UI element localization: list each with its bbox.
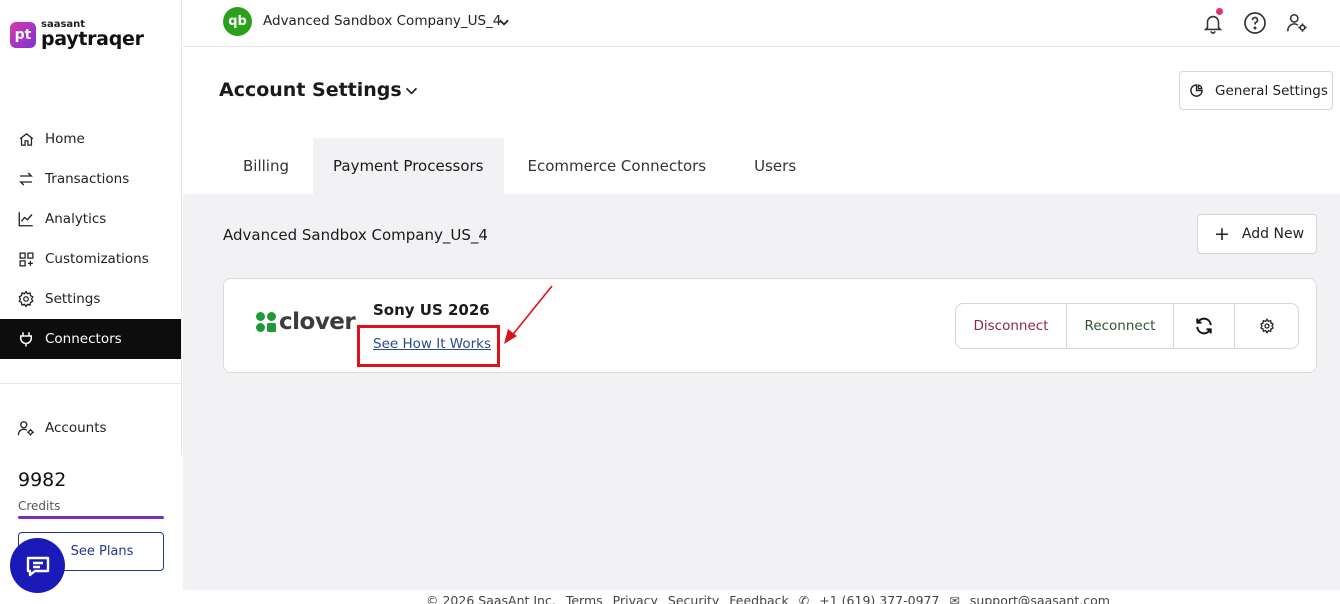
chart-icon [17,210,35,228]
phone-icon: ✆ [798,593,810,604]
footer-copyright: © 2026 SaasAnt Inc. [426,593,556,604]
page-title: Account Settings [219,79,402,101]
sidebar-item-home[interactable]: Home [0,119,181,159]
sidebar: pt saasant paytraqer Home Transactions A… [0,0,182,604]
user-gear-icon [17,419,35,437]
brand-logo[interactable]: pt saasant paytraqer [10,20,144,49]
clover-leaf-icon [256,312,276,332]
footer-link-privacy[interactable]: Privacy [613,593,658,604]
chat-button[interactable] [10,538,65,593]
arrows-icon [17,170,35,188]
company-selector[interactable]: Advanced Sandbox Company_US_4 [263,13,501,29]
sidebar-item-customizations[interactable]: Customizations [0,239,181,279]
sidebar-item-label: Accounts [45,420,107,436]
see-how-it-works-link[interactable]: See How It Works [373,336,491,352]
home-icon [17,130,35,148]
sidebar-item-label: Settings [45,291,101,307]
clover-wordmark: clover [279,309,356,335]
clover-logo: clover [255,309,356,335]
footer-phone[interactable]: +1 (619) 377-0977 [819,593,939,604]
credits-progress [18,516,164,519]
refresh-icon [1196,317,1212,335]
sidebar-item-connectors[interactable]: Connectors [0,319,181,359]
sidebar-item-analytics[interactable]: Analytics [0,199,181,239]
notification-dot [1216,8,1223,15]
chevron-down-icon[interactable] [497,14,511,33]
tab-payment-processors[interactable]: Payment Processors [313,138,504,194]
sidebar-nav: Home Transactions Analytics Customizatio… [0,119,181,359]
grid-plus-icon [17,250,35,268]
footer-link-feedback[interactable]: Feedback [729,593,789,604]
footer: © 2026 SaasAnt Inc. Terms Privacy Securi… [183,590,1340,604]
chat-icon [26,556,49,576]
plug-icon [17,330,35,348]
add-new-label: Add New [1241,226,1305,242]
sidebar-item-transactions[interactable]: Transactions [0,159,181,199]
processor-name: Sony US 2026 [373,301,490,319]
general-settings-label: General Settings [1215,82,1328,99]
notifications-bell-icon[interactable] [1198,8,1228,38]
sidebar-item-label: Analytics [45,211,107,227]
tab-billing[interactable]: Billing [219,138,313,194]
add-new-button[interactable]: + Add New [1197,214,1317,254]
mail-icon: ✉ [949,593,960,604]
processors-panel: Advanced Sandbox Company_US_4 + Add New … [183,194,1340,590]
brand-badge: pt [10,21,36,48]
processor-settings-button[interactable] [1235,304,1298,348]
content-company-name: Advanced Sandbox Company_US_4 [223,226,488,244]
help-icon[interactable] [1240,8,1270,38]
refresh-button[interactable] [1174,304,1235,348]
credits-label: Credits [18,499,61,513]
chevron-down-icon[interactable] [403,82,420,103]
settings-tabs: Billing Payment Processors Ecommerce Con… [219,138,820,194]
brand-name: paytraqer [41,28,144,50]
sidebar-item-accounts[interactable]: Accounts [0,408,181,448]
reconnect-button[interactable]: Reconnect [1067,304,1174,348]
sidebar-item-settings[interactable]: Settings [0,279,181,319]
sidebar-item-label: Home [45,131,85,147]
user-settings-icon[interactable] [1282,8,1312,38]
general-settings-button[interactable]: General Settings [1179,71,1333,110]
credits-progress-fill [18,516,164,519]
sidebar-item-label: Customizations [45,251,149,267]
pie-chart-icon [1189,83,1204,98]
processor-card: clover Sony US 2026 See How It Works Dis… [223,278,1317,373]
footer-link-security[interactable]: Security [668,593,719,604]
footer-link-terms[interactable]: Terms [566,593,603,604]
sidebar-item-label: Transactions [45,171,130,187]
gear-icon [17,290,35,308]
footer-email[interactable]: support@saasant.com [970,593,1110,604]
quickbooks-icon: qb [223,7,252,36]
annotation-arrow-icon [504,285,553,344]
plus-icon: + [1214,222,1230,245]
credits-value: 9982 [18,469,67,491]
tab-users[interactable]: Users [730,138,820,194]
sidebar-item-label: Connectors [45,331,122,347]
tab-ecommerce-connectors[interactable]: Ecommerce Connectors [504,138,731,194]
disconnect-button[interactable]: Disconnect [956,304,1067,348]
processor-actions: Disconnect Reconnect [955,303,1299,349]
gear-icon [1259,318,1274,334]
top-bar: qb Advanced Sandbox Company_US_4 [183,0,1340,47]
sidebar-divider [0,383,181,384]
